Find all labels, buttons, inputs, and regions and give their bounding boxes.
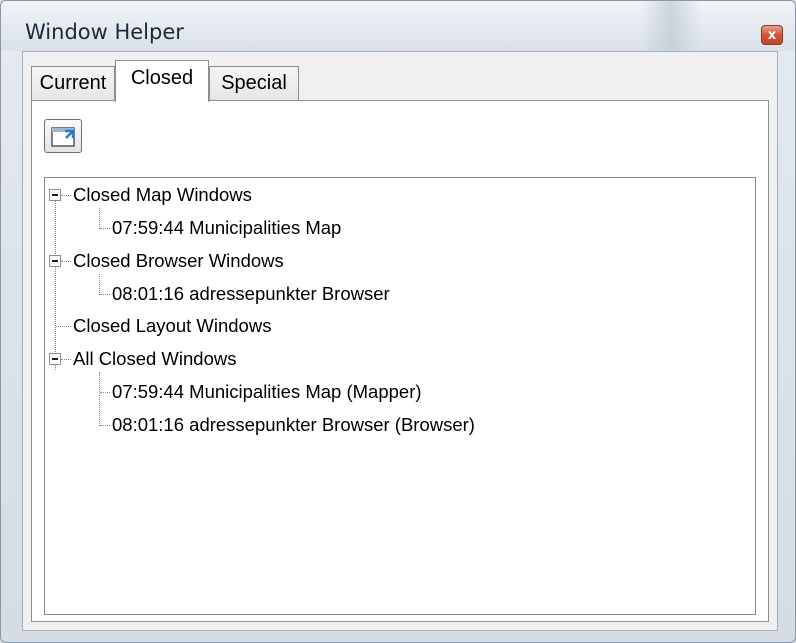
tab-closed[interactable]: Closed [115,60,209,102]
tree-connector [61,261,71,262]
tree-connector [100,294,110,295]
title-bar[interactable]: Window Helper x [1,1,795,51]
window-helper-window: Window Helper x Current Closed Special C… [0,0,796,643]
tree-branch-line [99,208,100,229]
collapse-toggle-all-closed-windows[interactable] [49,353,61,365]
tree-node-all-map-entry[interactable]: 07:59:44 Municipalities Map (Mapper) [112,381,422,403]
tree-branch-line [99,274,100,295]
tree-connector [56,326,71,327]
tab-special[interactable]: Special [209,66,299,100]
close-icon: x [767,27,777,43]
collapse-toggle-closed-browser-windows[interactable] [49,255,61,267]
tree-branch-line [99,372,100,426]
tree-node-all-closed-windows[interactable]: All Closed Windows [73,348,236,370]
tab-current[interactable]: Current [31,66,115,100]
closed-tab-panel: Closed Map Windows 07:59:44 Municipaliti… [31,100,769,622]
tree-connector [61,359,71,360]
closed-windows-tree[interactable]: Closed Map Windows 07:59:44 Municipaliti… [44,177,756,615]
tree-node-map-window-entry[interactable]: 07:59:44 Municipalities Map [112,217,341,239]
tree-node-browser-window-entry[interactable]: 08:01:16 adressepunkter Browser [112,283,390,305]
tree-node-all-browser-entry[interactable]: 08:01:16 adressepunkter Browser (Browser… [112,414,475,436]
restore-window-button[interactable] [44,119,82,153]
tree-connector [100,392,110,393]
restore-window-icon [51,127,75,147]
tree-node-closed-browser-windows[interactable]: Closed Browser Windows [73,250,284,272]
tree-root-line [55,196,56,370]
window-title: Window Helper [25,20,184,44]
tree-connector [100,228,110,229]
tree-node-closed-map-windows[interactable]: Closed Map Windows [73,184,252,206]
collapse-toggle-closed-map-windows[interactable] [49,189,61,201]
close-button[interactable]: x [761,25,783,45]
client-area: Current Closed Special Closed Map Window… [22,51,778,631]
tree-connector [100,425,110,426]
title-bar-glare [641,1,701,51]
tree-connector [61,195,71,196]
tree-node-closed-layout-windows[interactable]: Closed Layout Windows [73,315,271,337]
